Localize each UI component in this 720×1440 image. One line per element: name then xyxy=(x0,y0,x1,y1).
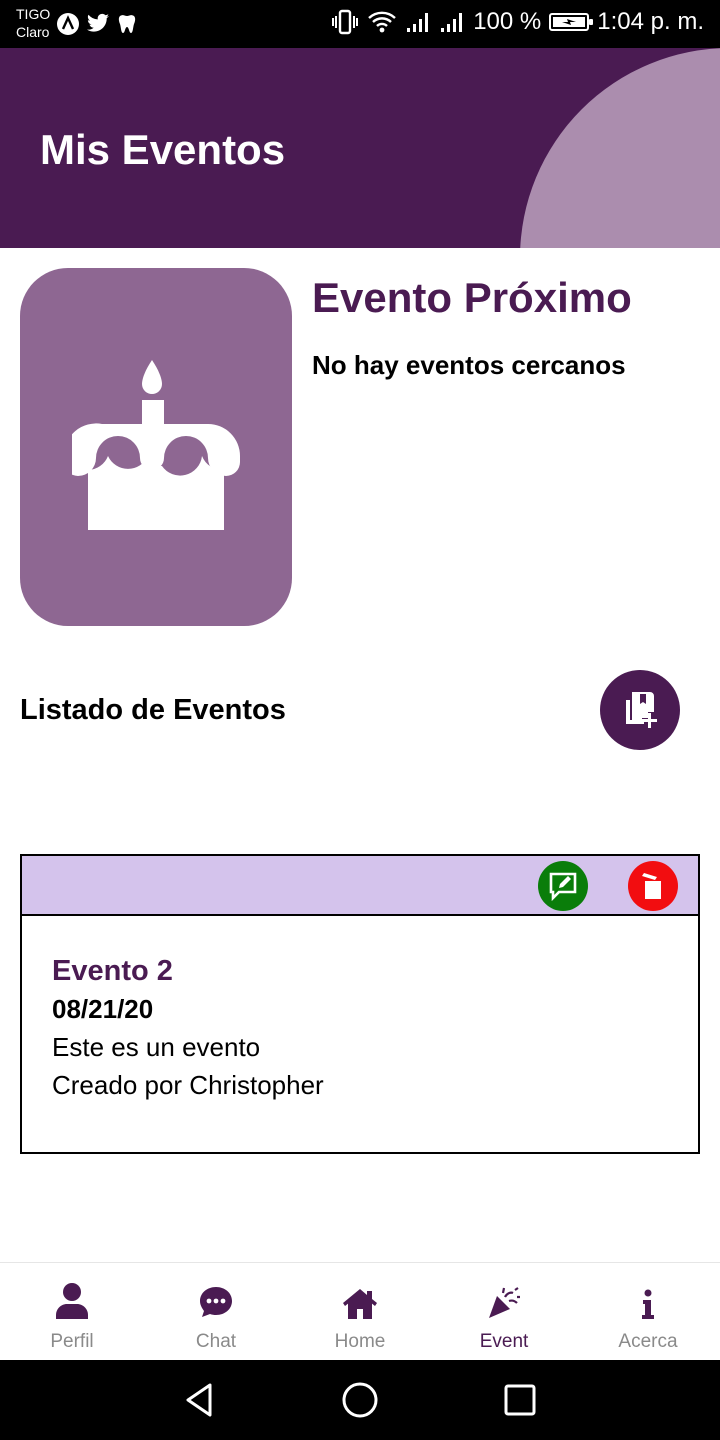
info-icon xyxy=(642,1289,654,1319)
event-list-title: Listado de Eventos xyxy=(20,694,286,726)
nav-item-home[interactable]: Home xyxy=(288,1263,432,1360)
status-bar: TIGO Claro 100 % 1:04 p. m. xyxy=(0,0,720,48)
upcoming-event-message: No hay eventos cercanos xyxy=(312,350,626,380)
event-date: 08/21/20 xyxy=(52,994,154,1024)
carrier-1: TIGO xyxy=(16,6,51,22)
battery-percent: 100 % xyxy=(473,8,542,35)
cake-icon xyxy=(72,360,240,530)
event-card: Evento 2 08/21/20 Este es un evento Crea… xyxy=(20,854,700,1154)
home-circle-icon[interactable] xyxy=(340,1380,380,1420)
wifi-icon xyxy=(367,10,397,34)
nav-label-perfil: Perfil xyxy=(50,1331,94,1352)
clock: 1:04 p. m. xyxy=(597,8,704,35)
app-header: Mis Eventos xyxy=(0,48,720,248)
header-decoration xyxy=(520,48,720,248)
event-card-toolbar xyxy=(22,856,698,916)
upcoming-event-title: Evento Próximo xyxy=(312,274,632,321)
event-name: Evento 2 xyxy=(52,955,173,987)
recent-apps-icon[interactable] xyxy=(500,1380,540,1420)
nav-label-acerca: Acerca xyxy=(618,1331,678,1352)
app-notification-icon xyxy=(56,12,80,36)
nav-label-event: Event xyxy=(479,1331,529,1352)
nav-item-perfil[interactable]: Perfil xyxy=(0,1263,144,1360)
carrier-labels: TIGO Claro xyxy=(16,5,50,41)
nav-label-home: Home xyxy=(334,1331,386,1352)
event-description: Este es un evento xyxy=(52,1032,261,1062)
battery-icon xyxy=(549,13,594,31)
system-navigation-bar xyxy=(0,1360,720,1440)
party-icon xyxy=(489,1287,520,1318)
add-event-icon xyxy=(626,692,657,728)
delete-event-button[interactable] xyxy=(628,861,678,911)
add-event-button[interactable] xyxy=(600,670,680,750)
nav-item-chat[interactable]: Chat xyxy=(144,1263,288,1360)
page-title: Mis Eventos xyxy=(40,126,286,173)
trash-icon xyxy=(642,873,661,899)
nav-item-acerca[interactable]: Acerca xyxy=(576,1263,720,1360)
tooth-icon xyxy=(116,13,138,35)
person-icon xyxy=(56,1283,88,1319)
home-icon xyxy=(343,1289,377,1319)
nav-label-chat: Chat xyxy=(195,1331,237,1352)
event-card-body: Evento 2 08/21/20 Este es un evento Crea… xyxy=(52,952,324,1104)
signal-icon-1 xyxy=(405,10,431,34)
event-creator: Creado por Christopher xyxy=(52,1070,324,1100)
notification-icons xyxy=(56,12,138,36)
edit-event-button[interactable] xyxy=(538,861,588,911)
signal-icon-2 xyxy=(439,10,465,34)
twitter-icon xyxy=(86,13,110,35)
carrier-2: Claro xyxy=(16,24,50,40)
back-icon[interactable] xyxy=(180,1380,220,1420)
bottom-navigation: Perfil Chat Home Event Acerca xyxy=(0,1262,720,1360)
status-right: 100 % 1:04 p. m. xyxy=(331,8,704,36)
chat-icon xyxy=(200,1287,232,1317)
edit-icon xyxy=(549,872,577,901)
vibrate-icon xyxy=(331,9,359,35)
nav-item-event[interactable]: Event xyxy=(432,1263,576,1360)
upcoming-event-tile xyxy=(20,268,292,626)
